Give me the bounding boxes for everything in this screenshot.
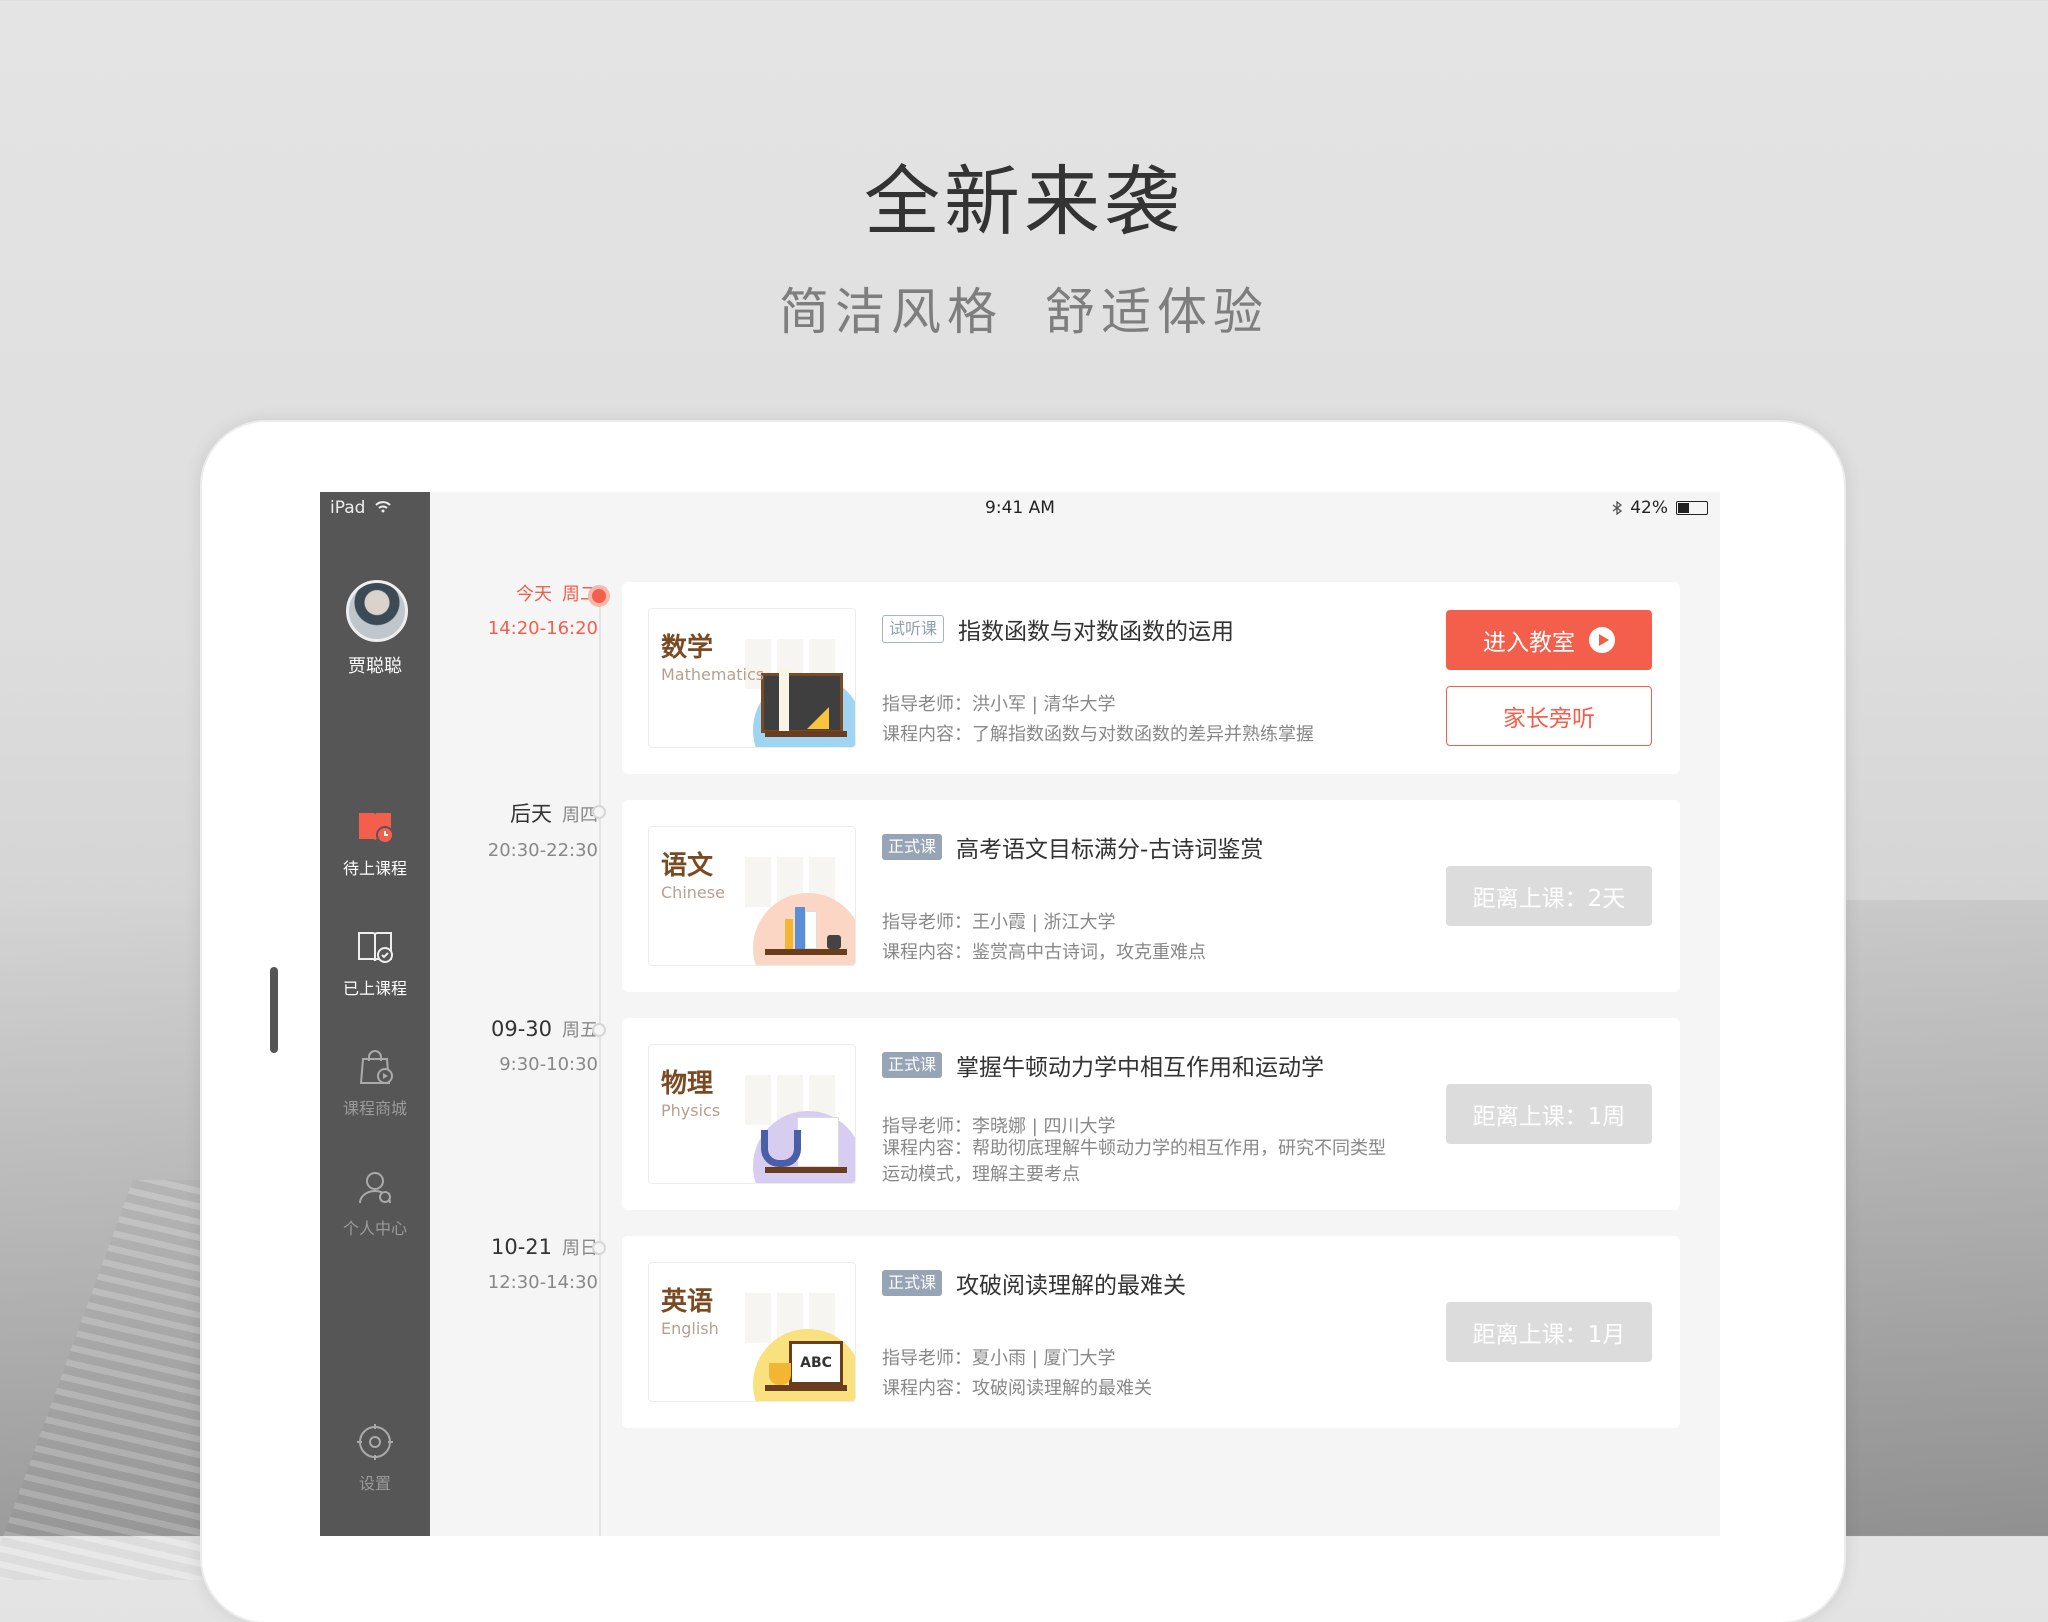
enter-classroom-button[interactable]: 进入教室 (1446, 610, 1652, 670)
avatar[interactable] (346, 580, 408, 642)
course-teacher: 指导老师：夏小雨 | 厦门大学 (882, 1348, 1116, 1369)
course-date: 09-30 周五 9:30-10:30 (490, 1017, 598, 1075)
timeline-dot (592, 1241, 606, 1255)
sidebar-item-completed[interactable]: 已上课程 (320, 927, 430, 999)
course-date: 10-21 周日 12:30-14:30 (487, 1235, 598, 1293)
books-icon (795, 907, 805, 949)
course-content: 课程内容：帮助彻底理解牛顿动力学的相互作用，研究不同类型运动模式，理解主要考点 (882, 1138, 1386, 1185)
course-content: 课程内容：攻破阅读理解的最难关 (882, 1378, 1152, 1399)
course-teacher: 指导老师：王小霞 | 浙江大学 (882, 912, 1116, 933)
battery-percent: 42% (1630, 498, 1668, 518)
course-card[interactable]: 数学 Mathematics 试听课 指数函数与对数函数的运用 指导老师：洪小军… (622, 582, 1680, 774)
sidebar-item-upcoming[interactable]: 待上课程 (320, 807, 430, 879)
settings-label: 设置 (358, 1474, 391, 1493)
course-content: 课程内容：了解指数函数与对数函数的差异并熟练掌握 (882, 724, 1314, 745)
magnet-icon (761, 1130, 801, 1167)
course-title: 指数函数与对数函数的运用 (958, 619, 1235, 645)
course-tag: 试听课 (882, 615, 945, 643)
timeline-line (599, 592, 601, 1536)
subject-en: English (661, 1319, 719, 1338)
abc-board-icon: ABC (789, 1341, 843, 1385)
timeline-dot-active (588, 585, 610, 607)
timeline-dot (592, 1023, 606, 1037)
subject-cn: 英语 (661, 1287, 714, 1317)
countdown-button[interactable]: 距离上课：1周 (1446, 1084, 1652, 1144)
ipad-side-button (270, 967, 278, 1053)
subject-en: Physics (661, 1101, 721, 1120)
course-content: 课程内容：鉴赏高中古诗词，攻克重难点 (882, 942, 1206, 963)
sidebar-item-label: 待上课程 (342, 859, 407, 878)
subject-thumbnail: 语文 Chinese (648, 826, 856, 966)
course-title: 攻破阅读理解的最难关 (956, 1273, 1187, 1299)
status-right: 42% (1612, 498, 1708, 518)
user-name: 贾聪聪 (348, 656, 402, 677)
hero-subtitle: 简洁风格 舒适体验 (779, 283, 1269, 341)
sidebar-item-label: 已上课程 (342, 979, 407, 998)
course-title: 高考语文目标满分-古诗词鉴赏 (956, 837, 1264, 863)
subject-thumbnail: 物理 Physics (648, 1044, 856, 1184)
app-screen: 贾聪聪 待上课程 已上课程 课程商城 个人中心 设置 iPad 9:41 AM … (320, 492, 1720, 1536)
sidebar-item-profile[interactable]: 个人中心 (320, 1167, 430, 1239)
book-clock-icon (359, 813, 394, 844)
bluetooth-icon (1612, 501, 1623, 515)
sidebar-item-label: 个人中心 (342, 1219, 407, 1238)
course-tag: 正式课 (882, 834, 943, 860)
course-card[interactable]: ABC 英语 English 正式课 攻破阅读理解的最难关 指导老师：夏小雨 |… (622, 1236, 1680, 1428)
play-icon (1589, 627, 1615, 653)
subject-cn: 数学 (661, 633, 714, 663)
parent-audit-button[interactable]: 家长旁听 (1446, 686, 1652, 746)
subject-en: Mathematics (661, 665, 765, 684)
course-date: 后天 周四 20:30-22:30 (487, 802, 598, 861)
course-date: 今天 周二 14:20-16:20 (487, 584, 598, 639)
course-teacher: 指导老师：李晓娜 | 四川大学 (882, 1116, 1116, 1137)
shopping-bag-icon (359, 1050, 393, 1084)
gear-icon (357, 1424, 393, 1460)
subject-cn: 语文 (661, 851, 714, 881)
chalkboard-icon (761, 673, 843, 733)
status-time: 9:41 AM (985, 498, 1055, 518)
trophy-icon (769, 1363, 791, 1385)
settings-button[interactable]: 设置 (320, 1422, 430, 1494)
subject-thumbnail: 数学 Mathematics (648, 608, 856, 748)
user-icon (359, 1172, 391, 1204)
book-check-icon (358, 932, 393, 963)
countdown-button[interactable]: 距离上课：1月 (1446, 1302, 1652, 1362)
subject-en: Chinese (661, 883, 725, 902)
sidebar-item-label: 课程商城 (342, 1099, 407, 1118)
subject-cn: 物理 (661, 1069, 714, 1099)
course-title: 掌握牛顿动力学中相互作用和运动学 (956, 1055, 1325, 1081)
course-card[interactable]: 物理 Physics 正式课 掌握牛顿动力学中相互作用和运动学 指导老师：李晓娜… (622, 1018, 1680, 1210)
status-bar: iPad 9:41 AM 42% (320, 492, 1720, 522)
battery-icon (1676, 501, 1708, 515)
course-card[interactable]: 语文 Chinese 正式课 高考语文目标满分-古诗词鉴赏 指导老师：王小霞 |… (622, 800, 1680, 992)
subject-thumbnail: ABC 英语 English (648, 1262, 856, 1402)
countdown-button[interactable]: 距离上课：2天 (1446, 866, 1652, 926)
sidebar-item-shop[interactable]: 课程商城 (320, 1047, 430, 1119)
hero-title: 全新来袭 (864, 157, 1184, 246)
sidebar: 贾聪聪 待上课程 已上课程 课程商城 个人中心 设置 (320, 492, 430, 1536)
timeline-dot (592, 805, 606, 819)
course-tag: 正式课 (882, 1052, 943, 1078)
course-teacher: 指导老师：洪小军 | 清华大学 (882, 694, 1116, 715)
course-tag: 正式课 (882, 1270, 943, 1296)
